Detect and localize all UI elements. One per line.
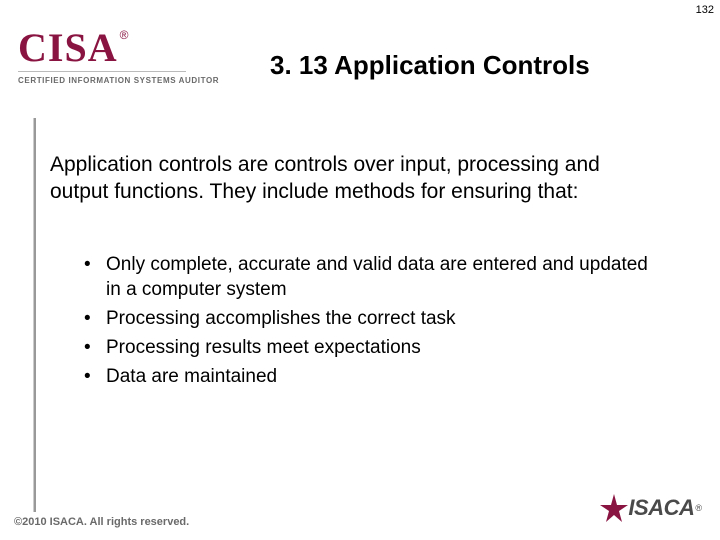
isaca-logo-text: ISACA (628, 495, 694, 521)
cisa-logo: CISA ® CERTIFIED INFORMATION SYSTEMS AUD… (18, 28, 219, 85)
vertical-divider (34, 118, 36, 512)
bullet-list: Only complete, accurate and valid data a… (80, 252, 660, 393)
registered-icon: ® (120, 28, 129, 42)
logo-rule (18, 71, 186, 72)
cisa-logo-text: CISA (18, 28, 118, 68)
body-text: Application controls are controls over i… (50, 152, 660, 206)
copyright: ©2010 ISACA. All rights reserved. (14, 516, 189, 528)
star-icon (598, 492, 630, 524)
list-item: Processing accomplishes the correct task (80, 306, 660, 331)
cisa-subtitle: CERTIFIED INFORMATION SYSTEMS AUDITOR (18, 76, 219, 85)
isaca-logo: ISACA ® (598, 492, 702, 524)
list-item: Data are maintained (80, 364, 660, 389)
list-item: Only complete, accurate and valid data a… (80, 252, 660, 302)
cisa-wordmark: CISA ® (18, 28, 219, 68)
page-number: 132 (696, 4, 714, 16)
slide: 132 CISA ® CERTIFIED INFORMATION SYSTEMS… (0, 0, 720, 540)
list-item: Processing results meet expectations (80, 335, 660, 360)
registered-icon: ® (695, 503, 702, 513)
slide-title: 3. 13 Application Controls (270, 50, 590, 81)
